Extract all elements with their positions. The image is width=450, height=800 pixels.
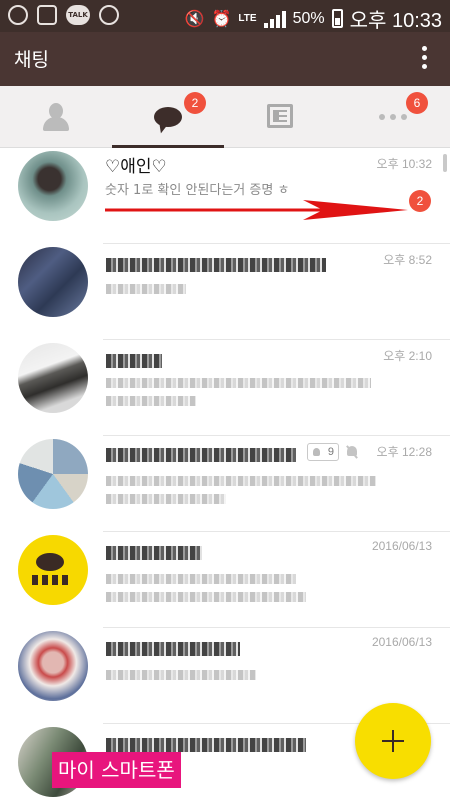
obscured-chat-preview xyxy=(106,592,306,602)
obscured-chat-preview xyxy=(106,476,376,486)
chat-item[interactable]: 오후 2:10 xyxy=(0,340,450,436)
avatar xyxy=(18,631,88,701)
signal-icon xyxy=(263,10,286,28)
lte-icon: LTE xyxy=(238,12,257,24)
mute-icon: 🔇 xyxy=(184,10,205,28)
obscured-chat-name xyxy=(106,354,162,368)
chat-item[interactable]: 오후 8:52 xyxy=(0,244,450,340)
status-right-icons: 🔇 ⏰ LTE 50% 오후 10:33 xyxy=(185,4,442,33)
gallery-icon xyxy=(37,5,57,25)
avatar xyxy=(18,247,88,317)
chat-time: 오후 12:28 xyxy=(376,445,432,459)
obscured-chat-preview xyxy=(106,494,226,504)
chat-time: 2016/06/13 xyxy=(371,539,432,553)
chat-bubble-icon xyxy=(154,107,182,127)
new-chat-button[interactable] xyxy=(355,703,431,779)
status-time: 오후 10:33 xyxy=(349,10,442,32)
chat-time: 오후 10:32 xyxy=(376,157,432,171)
tab-chats[interactable]: 2 xyxy=(112,86,224,148)
chat-time: 오후 2:10 xyxy=(383,349,432,363)
chat-item[interactable]: 9 오후 12:28 xyxy=(0,436,450,532)
tab-more[interactable]: 6 xyxy=(336,86,448,148)
app-notification-icon xyxy=(8,5,28,25)
avatar xyxy=(18,151,88,221)
page-title: 채팅 xyxy=(14,49,49,71)
avatar xyxy=(18,343,88,413)
tab-news[interactable] xyxy=(224,86,336,148)
obscured-chat-name xyxy=(106,738,306,752)
tab-friends[interactable] xyxy=(0,86,112,148)
obscured-chat-name xyxy=(106,448,296,462)
news-icon xyxy=(267,104,293,128)
obscured-chat-preview xyxy=(106,670,256,680)
tab-chats-badge: 2 xyxy=(184,92,206,114)
obscured-chat-preview xyxy=(106,396,196,406)
obscured-chat-name xyxy=(106,546,202,560)
red-arrow-annotation xyxy=(105,200,408,220)
alarm-icon: ⏰ xyxy=(211,10,232,28)
person-icon xyxy=(41,103,71,131)
obscured-chat-preview xyxy=(106,574,296,584)
more-icon xyxy=(379,114,407,120)
battery-percent: 50% xyxy=(292,9,325,27)
chat-item[interactable]: 2016/06/13 xyxy=(0,532,450,628)
kakaotalk-icon: TALK xyxy=(66,5,90,25)
chat-name: ♡애인♡ xyxy=(105,157,167,177)
obscured-chat-preview xyxy=(106,378,371,388)
overflow-menu-icon[interactable] xyxy=(422,46,428,70)
watermark: 마이 스마트폰 xyxy=(52,752,181,788)
notification-off-icon xyxy=(345,445,359,459)
scrollbar[interactable] xyxy=(443,154,447,172)
obscured-chat-name xyxy=(106,642,240,656)
status-bar: TALK 🔇 ⏰ LTE 50% 오후 10:33 xyxy=(0,0,450,32)
battery-icon xyxy=(331,9,343,28)
kakao-bubble-icon xyxy=(36,553,64,571)
obscured-chat-name xyxy=(106,258,326,272)
member-count: 9 xyxy=(307,443,339,461)
sync-icon xyxy=(99,5,119,25)
tab-more-badge: 6 xyxy=(406,92,428,114)
chat-time: 2016/06/13 xyxy=(371,635,432,649)
avatar xyxy=(18,535,88,605)
obscured-chat-preview xyxy=(106,284,186,294)
status-left-icons: TALK xyxy=(8,5,119,25)
tab-bar: 2 6 xyxy=(0,86,450,148)
chat-time: 오후 8:52 xyxy=(383,253,432,267)
chat-list: ♡애인♡ 숫자 1로 확인 안된다는거 증명 ㅎ 오후 10:32 2 오후 8… xyxy=(0,148,450,800)
app-bar: 채팅 xyxy=(0,32,450,86)
avatar xyxy=(18,439,88,509)
